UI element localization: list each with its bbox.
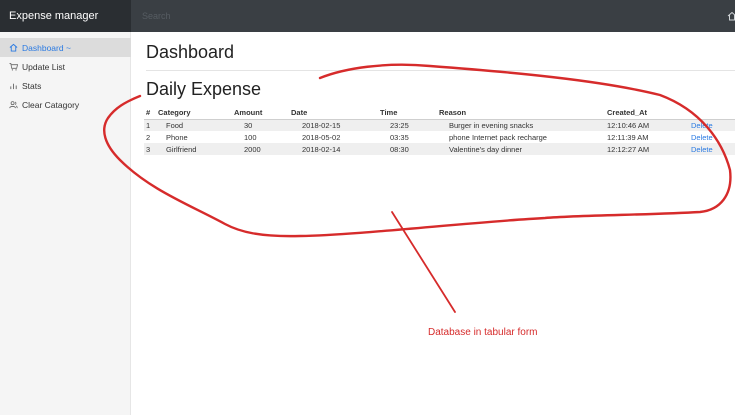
cart-icon [9,62,18,71]
cell-amount: 100 [244,132,257,142]
top-navbar: Expense manager [0,0,735,32]
cell-date: 2018-02-14 [302,144,341,154]
cell-category: Food [166,120,184,130]
column-header-action [689,107,735,120]
cell-action: Delete [689,131,735,143]
cell-amount: 30 [244,120,253,130]
cell-action: Delete [689,119,735,131]
search-input[interactable] [131,0,721,32]
cell-time: 03:35 [390,132,409,142]
home-icon [9,43,18,52]
page-title: Dashboard [146,42,235,62]
cell-num: 3 [146,144,151,154]
home-icon[interactable] [727,11,735,21]
title-divider [146,70,735,71]
sidebar-item-dashboard[interactable]: Dashboard ~ [0,38,131,57]
cell-time: 23:25 [390,120,409,130]
sidebar-item-label: Update List [22,61,65,72]
cell-created-at: 12:10:46 AM [607,120,650,130]
delete-link[interactable]: Delete [691,145,713,154]
table-header-row: # Category Amount Date Time Reason Creat… [144,107,735,120]
table-row: 1 Food 30 2018-02-15 23:25 Burger in eve… [144,119,735,131]
app-brand[interactable]: Expense manager [0,0,131,32]
sidebar: Dashboard ~ Update List Stats Clear Cata… [0,32,131,415]
cell-num: 1 [146,120,151,130]
cell-created-at: 12:12:27 AM [607,144,650,154]
column-header-date: Date [289,107,378,120]
cell-action: Delete [689,143,735,155]
cell-reason: Burger in evening snacks [449,120,534,130]
annotation-label: Database in tabular form [428,327,538,338]
column-header-category: Category [156,107,232,120]
cell-category: Phone [166,132,188,142]
expense-table: # Category Amount Date Time Reason Creat… [144,107,735,155]
users-icon [9,101,18,109]
cell-reason: Valentine's day dinner [449,144,523,154]
cell-created-at: 12:11:39 AM [607,132,649,142]
cell-time: 08:30 [390,144,409,154]
delete-link[interactable]: Delete [691,121,713,130]
table-row: 3 Girlfriend 2000 2018-02-14 08:30 Valen… [144,143,735,155]
sidebar-item-stats[interactable]: Stats [0,76,131,95]
table-row: 2 Phone 100 2018-05-02 03:35 phone Inter… [144,131,735,143]
sidebar-item-label: Dashboard ~ [22,42,71,53]
main-content: Dashboard Daily Expense # Category Amoun… [131,32,735,415]
section-title: Daily Expense [146,79,262,99]
cell-category: Girlfriend [166,144,197,154]
bar-chart-icon [10,83,17,90]
cell-reason: phone Internet pack recharge [449,132,547,142]
sidebar-item-label: Clear Catagory [22,99,80,110]
column-header-amount: Amount [232,107,289,120]
sidebar-item-label: Stats [22,80,42,91]
cell-amount: 2000 [244,144,261,154]
cell-date: 2018-05-02 [302,132,341,142]
delete-link[interactable]: Delete [691,133,713,142]
column-header-created-at: Created_At [605,107,689,120]
sidebar-item-clear-catagory[interactable]: Clear Catagory [0,95,131,114]
column-header-num: # [144,107,156,120]
column-header-time: Time [378,107,437,120]
cell-date: 2018-02-15 [302,120,341,130]
column-header-reason: Reason [437,107,605,120]
sidebar-item-update-list[interactable]: Update List [0,57,131,76]
cell-num: 2 [146,132,151,142]
